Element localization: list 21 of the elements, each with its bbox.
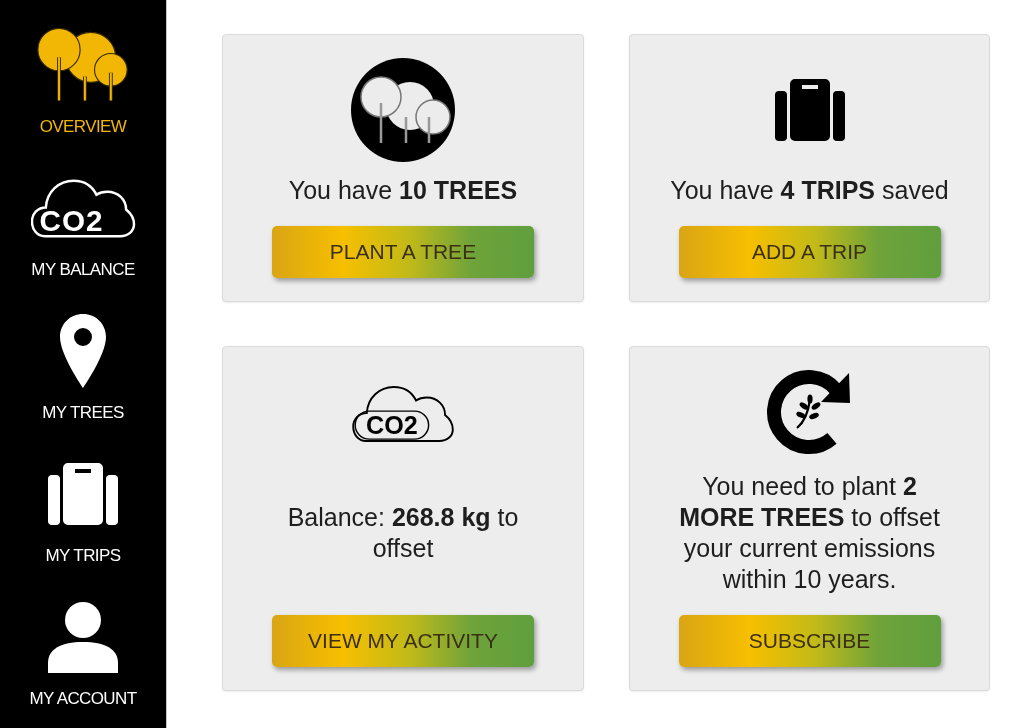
card-text: Balance: 268.8 kg to offset [286,502,520,564]
map-pin-icon [59,313,107,389]
nav-item[interactable]: MY TRIPS [0,429,166,572]
action-button[interactable]: PLANT A TREE [272,226,534,278]
card-text: You have 4 TRIPS saved [670,175,949,206]
nav-item[interactable]: OVERVIEW [0,0,166,143]
action-button[interactable]: ADD A TRIP [678,226,941,278]
nav-item[interactable]: MY ACCOUNT [0,572,166,715]
suitcase-icon [48,463,118,525]
card-text: You have 10 TREES [288,175,518,206]
trees-icon [35,28,131,102]
co2-cloud-icon: CO2 [30,177,136,239]
user-icon [47,601,119,673]
action-button[interactable]: SUBSCRIBE [678,615,941,667]
co2-cloud-icon: CO2 [350,385,456,443]
action-button[interactable]: VIEW MY ACTIVITY [272,615,534,667]
nav-item[interactable]: CO2 MY BALANCE [0,143,166,286]
nav-item[interactable]: MY TREES [0,286,166,429]
card-text: You need to plant 2 MORE TREES to offset your current emissions within 10 years. [678,471,941,595]
trees-icon [351,58,455,162]
suitcase-icon [774,79,845,141]
